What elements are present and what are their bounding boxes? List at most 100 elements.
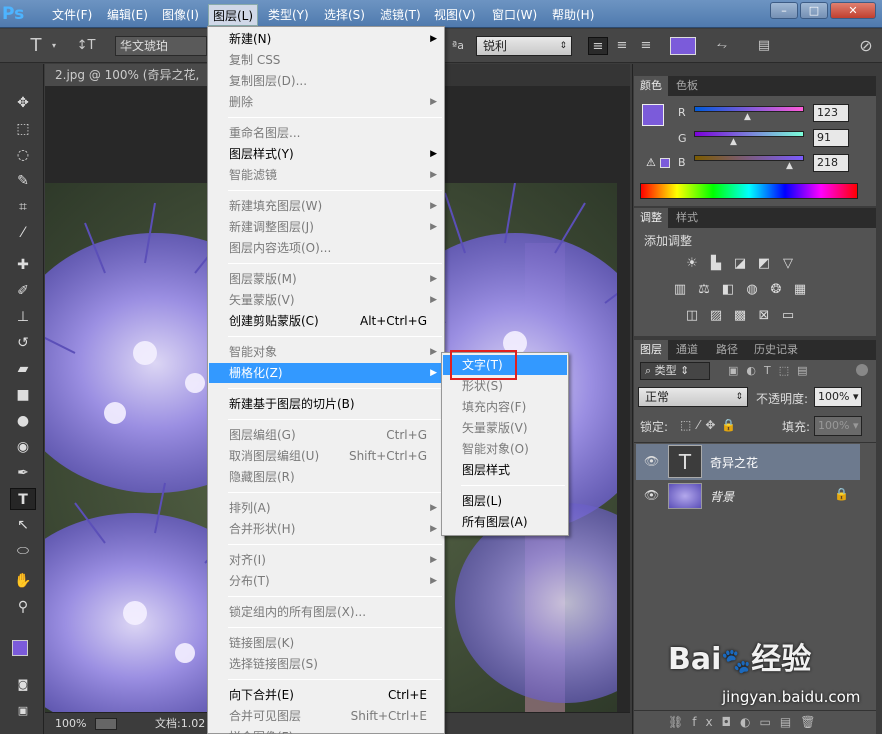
blue-value-field[interactable]: 218 — [813, 154, 849, 172]
menu-view[interactable]: 视图(V) — [430, 6, 480, 24]
menu-edit[interactable]: 编辑(E) — [103, 6, 152, 24]
menu-select[interactable]: 选择(S) — [320, 6, 369, 24]
menu-file[interactable]: 文件(F) — [48, 6, 96, 24]
status-icon[interactable] — [95, 718, 117, 730]
layer-row-background[interactable]: 👁 背景 🔒 — [636, 481, 860, 511]
menu-item[interactable]: 栅格化(Z) ▶ — [209, 363, 443, 383]
warning-icon[interactable]: ⚠ — [646, 156, 656, 169]
green-slider-handle[interactable]: ▲ — [730, 137, 737, 147]
layer-row-text[interactable]: 👁 T 奇异之花 — [636, 444, 860, 480]
tab-color[interactable]: 颜色 — [634, 76, 668, 96]
menu-window[interactable]: 窗口(W) — [488, 6, 541, 24]
hue-saturation-icon[interactable]: ▥ — [672, 282, 688, 298]
menu-item[interactable]: 对齐(I) ▶ — [209, 550, 443, 570]
menu-item[interactable]: 图层编组(G) Ctrl+G — [209, 425, 443, 445]
color-balance-icon[interactable]: ⚖ — [696, 282, 712, 298]
zoom-level[interactable]: 100% — [55, 713, 86, 734]
threshold-icon[interactable]: ▩ — [732, 308, 748, 324]
submenu-item[interactable]: 所有图层(A) — [443, 512, 567, 532]
layer-name[interactable]: 背景 — [710, 488, 734, 505]
layer-filter-select[interactable]: ⌕ 类型 ⇕ — [640, 362, 710, 380]
eraser-tool-icon[interactable]: ▰ — [10, 358, 36, 380]
warp-text-icon[interactable]: ⥊ — [712, 37, 732, 55]
history-brush-tool-icon[interactable]: ↺ — [10, 332, 36, 354]
quick-mask-icon[interactable]: ◙ — [10, 674, 36, 696]
red-value-field[interactable]: 123 — [813, 104, 849, 122]
color-lookup-icon[interactable]: ▦ — [792, 282, 808, 298]
menu-item[interactable]: 合并可见图层 Shift+Ctrl+E — [209, 706, 443, 726]
menu-item[interactable]: 拼合图像(F) — [209, 727, 443, 734]
web-safe-swatch[interactable] — [660, 158, 670, 168]
blur-tool-icon[interactable]: ● — [10, 410, 36, 432]
brush-tool-icon[interactable]: ✐ — [10, 280, 36, 302]
layer-filter-icons[interactable]: ▣◐T⬚▤ — [728, 364, 816, 377]
vibrance-icon[interactable]: ▽ — [780, 256, 796, 272]
green-slider[interactable] — [694, 131, 804, 137]
align-right-icon[interactable]: ≡ — [636, 37, 656, 55]
color-spectrum[interactable] — [640, 183, 858, 199]
menu-item[interactable]: 新建调整图层(J) ▶ — [209, 217, 443, 237]
fill-field[interactable]: 100% ▾ — [814, 416, 862, 436]
filter-toggle[interactable] — [856, 364, 868, 376]
character-panel-icon[interactable]: ▤ — [754, 37, 774, 55]
tab-swatches[interactable]: 色板 — [670, 76, 704, 96]
channel-mixer-icon[interactable]: ❂ — [768, 282, 784, 298]
opacity-field[interactable]: 100% ▾ — [814, 387, 862, 407]
ellipse-tool-icon[interactable]: ⬭ — [10, 540, 36, 562]
zoom-tool-icon[interactable]: ⚲ — [10, 596, 36, 618]
path-select-tool-icon[interactable]: ↖ — [10, 514, 36, 536]
tab-channels[interactable]: 通道 — [670, 340, 704, 360]
menu-image[interactable]: 图像(I) — [158, 6, 203, 24]
text-color-swatch[interactable] — [670, 37, 696, 55]
menu-item[interactable]: 图层内容选项(O)... — [209, 238, 443, 258]
green-value-field[interactable]: 91 — [813, 129, 849, 147]
hand-tool-icon[interactable]: ✋ — [10, 570, 36, 592]
menu-item[interactable]: 新建基于图层的切片(B) — [209, 394, 443, 414]
menu-item[interactable]: 排列(A) ▶ — [209, 498, 443, 518]
brightness-icon[interactable]: ☀ — [684, 256, 700, 272]
pen-tool-icon[interactable]: ✒ — [10, 462, 36, 484]
menu-item[interactable]: 图层样式(Y) ▶ — [209, 144, 443, 164]
chevron-down-icon[interactable]: ▾ — [48, 37, 60, 55]
menu-item[interactable]: 新建填充图层(W) ▶ — [209, 196, 443, 216]
screen-mode-icon[interactable]: ▣ — [10, 700, 36, 722]
blue-slider-handle[interactable]: ▲ — [786, 161, 793, 171]
menu-item[interactable]: 重命名图层... — [209, 123, 443, 143]
curves-icon[interactable]: ◪ — [732, 256, 748, 272]
submenu-item[interactable]: 图层(L) — [443, 491, 567, 511]
tab-paths[interactable]: 路径 — [710, 340, 744, 360]
tab-layers[interactable]: 图层 — [634, 340, 668, 360]
menu-item[interactable]: 智能对象 ▶ — [209, 342, 443, 362]
align-center-icon[interactable]: ≡ — [612, 37, 632, 55]
menu-help[interactable]: 帮助(H) — [548, 6, 598, 24]
lasso-tool-icon[interactable]: ◌ — [10, 144, 36, 166]
menu-item[interactable]: 链接图层(K) — [209, 633, 443, 653]
menu-item[interactable]: 创建剪贴蒙版(C) Alt+Ctrl+G — [209, 311, 443, 331]
gradient-tool-icon[interactable]: ■ — [10, 384, 36, 406]
exposure-icon[interactable]: ◩ — [756, 256, 772, 272]
foreground-color-swatch[interactable] — [642, 104, 664, 126]
align-left-icon[interactable]: ≡ — [588, 37, 608, 55]
text-tool-icon[interactable]: T — [26, 37, 46, 55]
eyedropper-tool-icon[interactable]: ⁄ — [10, 222, 36, 244]
menu-item[interactable]: 复制 CSS — [209, 50, 443, 70]
dodge-tool-icon[interactable]: ◉ — [10, 436, 36, 458]
menu-item[interactable]: 选择链接图层(S) — [209, 654, 443, 674]
tab-styles[interactable]: 样式 — [670, 208, 704, 228]
menu-item[interactable]: 向下合并(E) Ctrl+E — [209, 685, 443, 705]
tab-adjustments[interactable]: 调整 — [634, 208, 668, 228]
marquee-tool-icon[interactable]: ⬚ — [10, 118, 36, 140]
submenu-item[interactable]: 矢量蒙版(V) — [443, 418, 567, 438]
clone-stamp-tool-icon[interactable]: ⊥ — [10, 306, 36, 328]
menu-item[interactable]: 锁定组内的所有图层(X)... — [209, 602, 443, 622]
selective-color-icon[interactable]: ⊠ — [756, 308, 772, 324]
quick-select-tool-icon[interactable]: ✎ — [10, 170, 36, 192]
font-family-field[interactable]: 华文琥珀 — [115, 36, 207, 56]
menu-item[interactable]: 矢量蒙版(V) ▶ — [209, 290, 443, 310]
close-button[interactable]: ✕ — [830, 2, 876, 19]
menu-item[interactable]: 隐藏图层(R) — [209, 467, 443, 487]
invert-icon[interactable]: ◫ — [684, 308, 700, 324]
eye-icon[interactable]: 👁 — [644, 454, 659, 468]
menu-item[interactable]: 删除 ▶ — [209, 92, 443, 112]
submenu-item[interactable]: 智能对象(O) — [443, 439, 567, 459]
